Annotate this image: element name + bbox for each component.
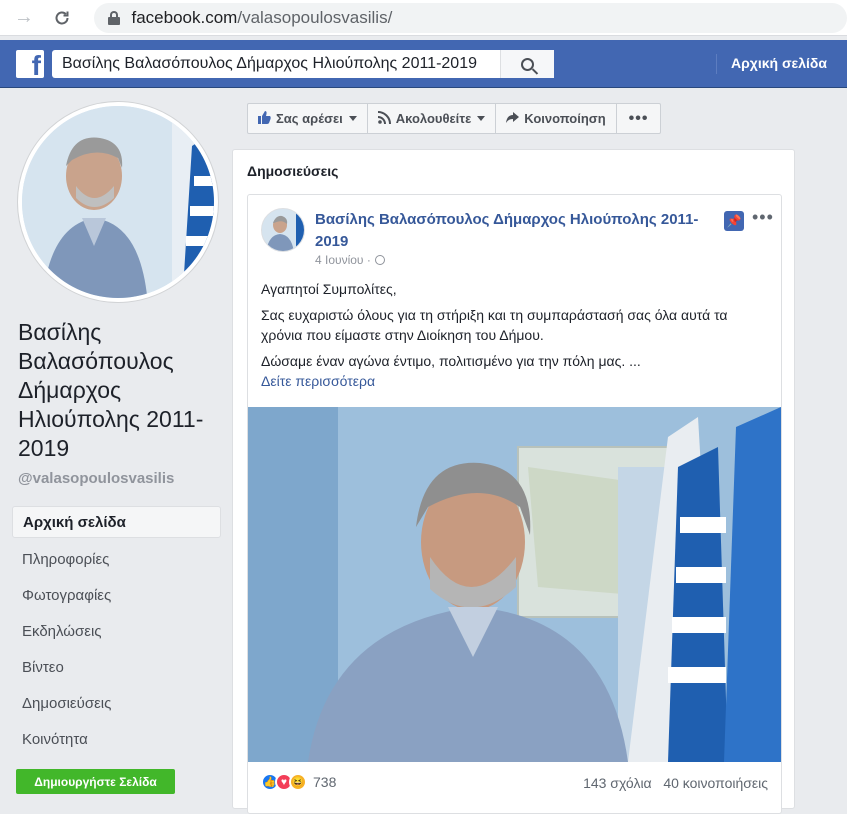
like-button[interactable]: Σας αρέσει xyxy=(248,104,368,133)
pin-icon: 📌 xyxy=(724,211,744,231)
nav-item-photos[interactable]: Φωτογραφίες xyxy=(12,578,221,614)
search-icon xyxy=(521,57,534,71)
page-nav: Αρχική σελίδα Πληροφορίες Φωτογραφίες Εκ… xyxy=(12,506,221,758)
posts-section: Δημοσιεύσεις Βασίλης Βαλασόπουλος Δήμαρχ… xyxy=(232,149,795,814)
facebook-header: f Αρχική σελίδα xyxy=(0,40,847,88)
nav-item-home[interactable]: Αρχική σελίδα xyxy=(12,506,221,538)
meta-separator: · xyxy=(363,253,371,267)
globe-icon xyxy=(374,255,385,265)
nav-item-community[interactable]: Κοινότητα xyxy=(12,722,221,758)
nav-item-posts[interactable]: Δημοσιεύσεις xyxy=(12,686,221,722)
home-link[interactable]: Αρχική σελίδα xyxy=(731,55,827,71)
search-bar xyxy=(52,50,554,78)
comments-count[interactable]: 143 σχόλια xyxy=(583,775,652,791)
post-paragraph: Αγαπητοί Συμπολίτες, xyxy=(261,281,397,297)
post-paragraph: Σας ευχαριστώ όλους για τη στήριξη και τ… xyxy=(261,307,728,343)
reactions[interactable]: 👍 ♥ 😆 738 xyxy=(261,773,336,791)
posts-title: Δημοσιεύσεις xyxy=(247,163,339,179)
post-date[interactable]: 4 Ιουνίου xyxy=(315,253,363,267)
chevron-down-icon xyxy=(348,116,357,121)
url-text[interactable]: facebook.com/valasopoulosvasilis/ xyxy=(132,8,393,28)
chevron-down-icon xyxy=(477,116,486,121)
share-label: Κοινοποίηση xyxy=(524,111,606,126)
like-label: Σας αρέσει xyxy=(276,111,343,126)
page-action-bar: Σας αρέσει Ακολουθείτε Κοινοποίηση ••• xyxy=(247,103,662,134)
share-button[interactable]: Κοινοποίηση xyxy=(496,104,617,133)
post-photo[interactable] xyxy=(248,407,781,762)
shares-count[interactable]: 40 κοινοποιήσεις xyxy=(663,775,768,791)
facebook-logo-icon[interactable]: f xyxy=(16,50,44,78)
reaction-count: 738 xyxy=(313,774,337,790)
browser-toolbar: → facebook.com/valasopoulosvasilis/ xyxy=(0,0,847,36)
search-button[interactable] xyxy=(500,50,554,78)
create-page-button[interactable]: Δημιουργήστε Σελίδα xyxy=(16,769,175,794)
lock-icon xyxy=(107,10,120,25)
profile-picture[interactable] xyxy=(18,102,218,302)
header-divider xyxy=(716,54,717,74)
see-more-link[interactable]: Δείτε περισσότερα xyxy=(261,371,771,391)
post-author-link[interactable]: Βασίλης Βαλασόπουλος Δήμαρχος Ηλιούπολης… xyxy=(315,209,720,253)
haha-reaction-icon: 😆 xyxy=(289,773,307,791)
rss-icon xyxy=(377,110,391,127)
nav-item-events[interactable]: Εκδηλώσεις xyxy=(12,614,221,650)
follow-button[interactable]: Ακολουθείτε xyxy=(368,104,497,133)
address-bar[interactable]: facebook.com/valasopoulosvasilis/ xyxy=(93,2,847,33)
page-handle[interactable]: @valasopoulosvasilis xyxy=(18,470,174,487)
post-card: Βασίλης Βαλασόπουλος Δήμαρχος Ηλιούπολης… xyxy=(247,194,782,814)
post-paragraph: Δώσαμε έναν αγώνα έντιμο, πολιτισμένο γι… xyxy=(261,353,641,369)
post-stats: 143 σχόλια 40 κοινοποιήσεις xyxy=(583,775,768,791)
thumbs-up-icon xyxy=(258,110,271,127)
page-name: Βασίλης Βαλασόπουλος Δήμαρχος Ηλιούπολης… xyxy=(18,319,204,461)
share-arrow-icon xyxy=(506,111,520,127)
back-arrow-icon[interactable]: → xyxy=(10,4,38,32)
post-text: Αγαπητοί Συμπολίτες, Σας ευχαριστώ όλους… xyxy=(261,279,771,391)
follow-label: Ακολουθείτε xyxy=(395,111,472,126)
post-avatar[interactable] xyxy=(261,208,305,252)
reload-icon[interactable] xyxy=(48,4,76,32)
nav-item-about[interactable]: Πληροφορίες xyxy=(12,542,221,578)
nav-item-videos[interactable]: Βίντεο xyxy=(12,650,221,686)
more-options-icon[interactable]: ••• xyxy=(617,104,661,133)
page-sidebar: Βασίλης Βαλασόπουλος Δήμαρχος Ηλιούπολης… xyxy=(0,88,232,804)
post-more-options-icon[interactable]: ••• xyxy=(752,207,774,228)
post-meta: 4 Ιουνίου · xyxy=(315,253,385,267)
search-input[interactable] xyxy=(62,55,502,73)
